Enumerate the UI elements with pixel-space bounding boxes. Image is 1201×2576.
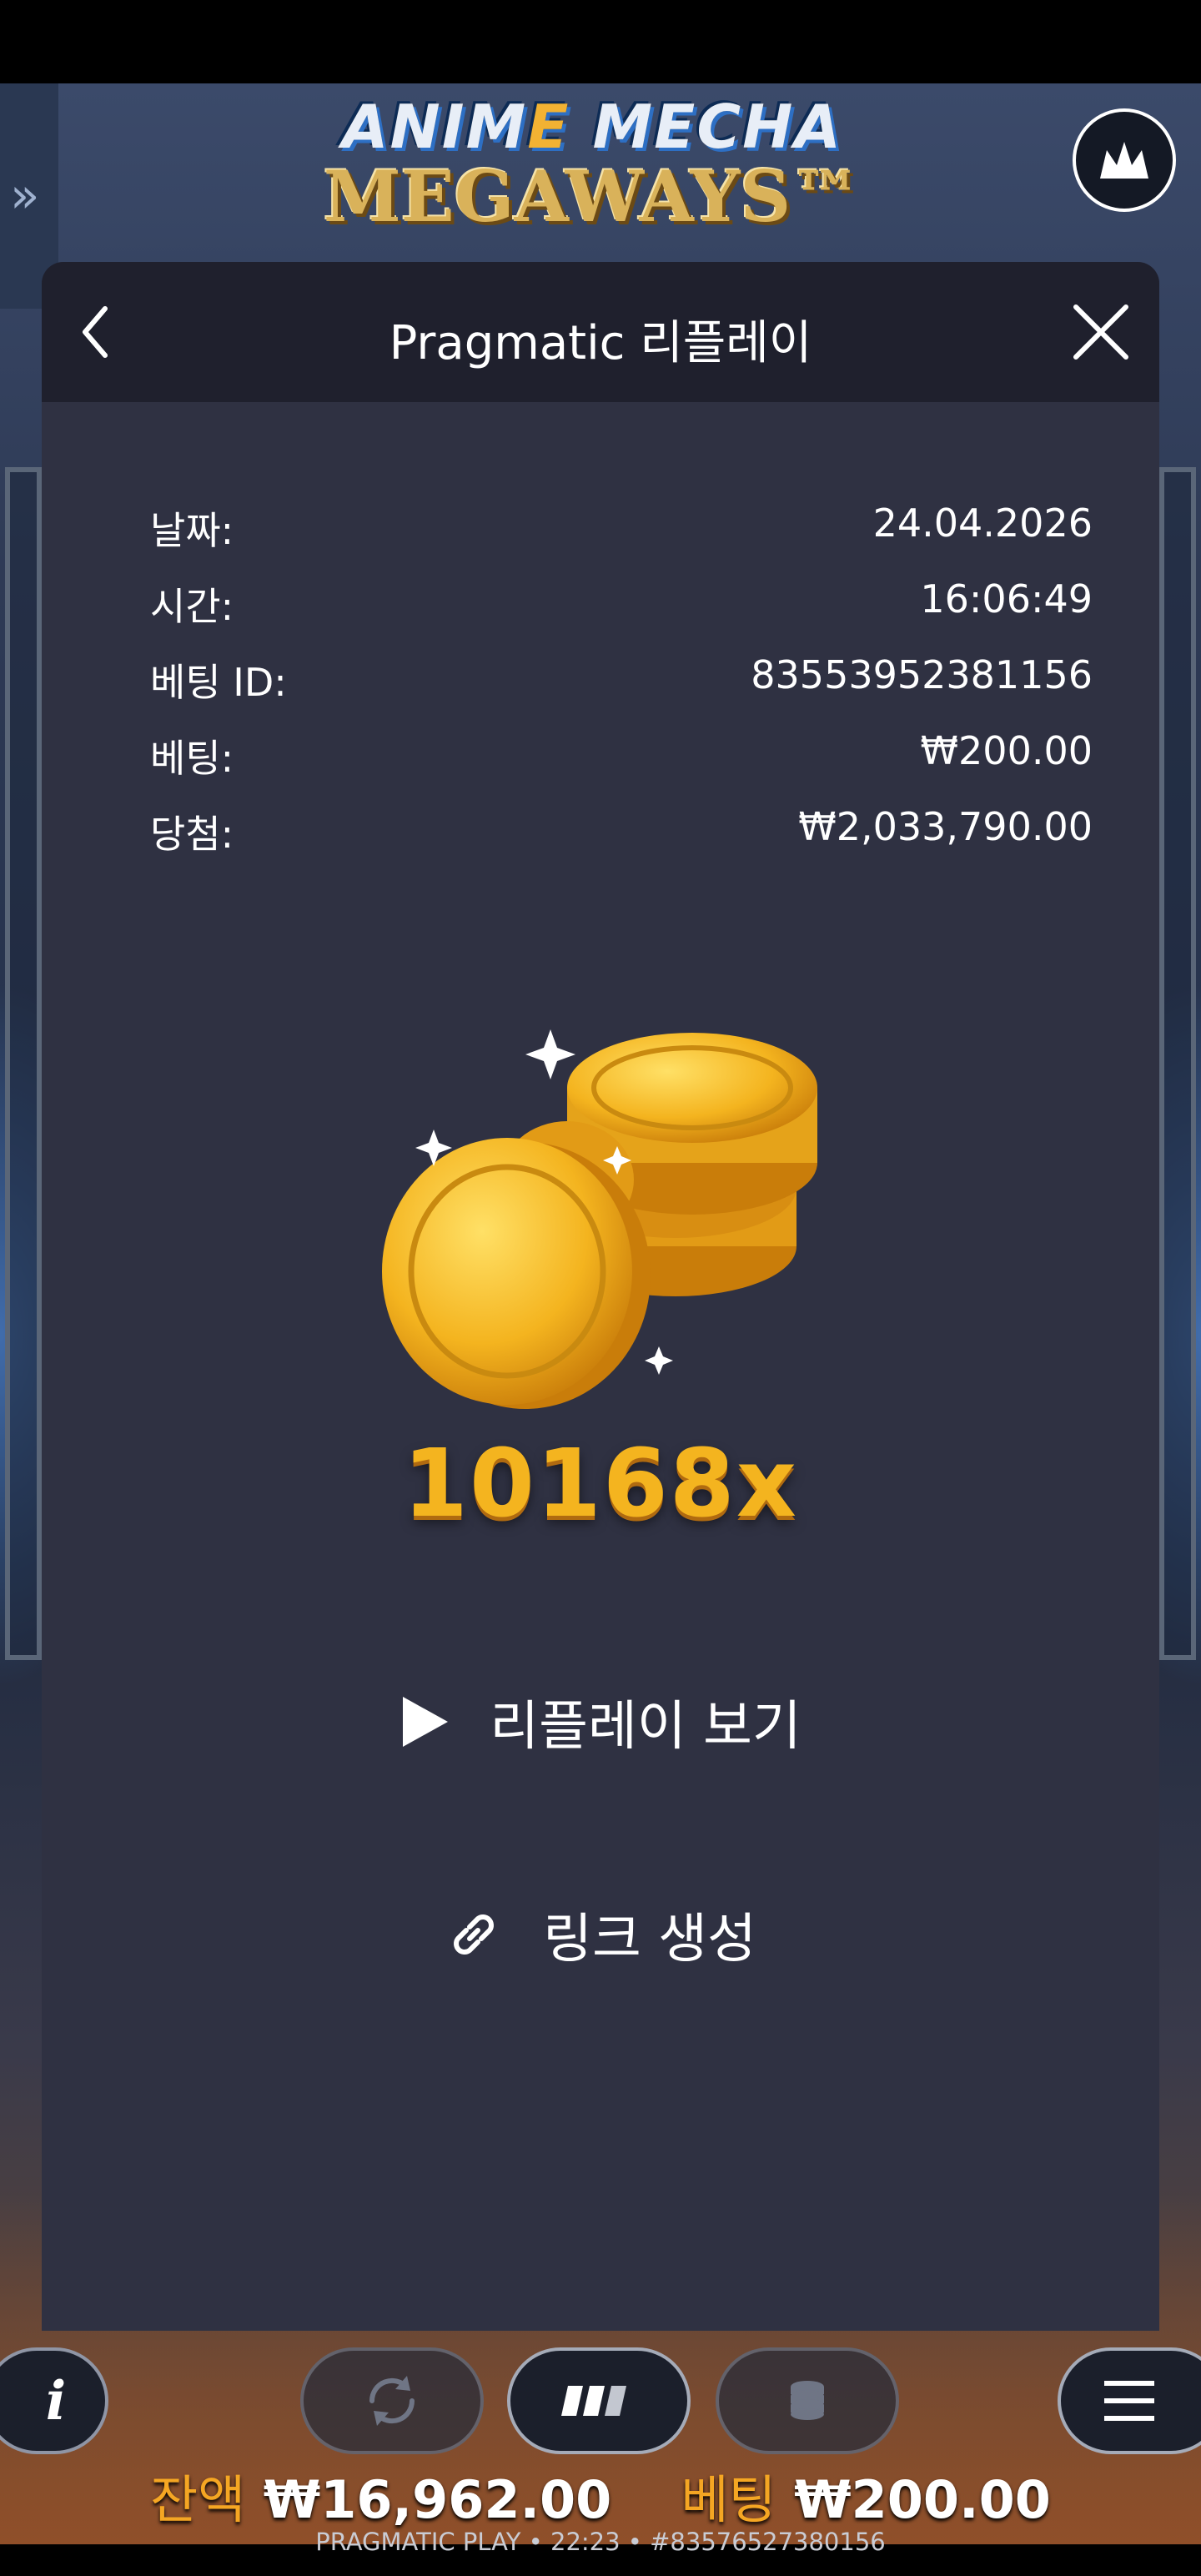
menu-button[interactable] [1058, 2347, 1201, 2454]
bet-settings-button[interactable] [716, 2347, 899, 2454]
create-link-label: 링크 생성 [543, 1909, 756, 1970]
autoplay-button[interactable] [300, 2347, 484, 2454]
bet-details: 날짜: 24.04.2026 시간: 16:06:49 베팅 ID: 83553… [150, 501, 1093, 880]
hamburger-icon [1104, 2381, 1154, 2421]
watch-replay-label: 리플레이 보기 [490, 1696, 802, 1758]
footer-info: PRAGMATIC PLAY • 22:23 • #83576527380156 [315, 2528, 886, 2556]
logo-title: ANIME MECHA [341, 92, 843, 162]
status-bar [0, 0, 1201, 83]
balance-value: ₩16,962.00 [263, 2469, 612, 2530]
detail-row-time: 시간: 16:06:49 [150, 576, 1093, 629]
turbo-button[interactable] [507, 2347, 691, 2454]
detail-row-bet-id: 베팅 ID: 83553952381156 [150, 652, 1093, 705]
turbo-icon [561, 2386, 626, 2416]
modal-title: Pragmatic 리플레이 [389, 316, 812, 370]
replay-modal: Pragmatic 리플레이 날짜: 24.04.2026 시간: 16:06:… [42, 262, 1159, 2331]
watch-replay-button[interactable]: 리플레이 보기 [42, 1672, 1159, 1772]
close-button[interactable] [1068, 299, 1134, 365]
double-chevron-right-icon: » [10, 167, 40, 224]
crown-icon [1100, 142, 1148, 179]
info-button[interactable]: i [0, 2347, 108, 2454]
bottom-edge [0, 2563, 1201, 2576]
detail-row-date: 날짜: 24.04.2026 [150, 501, 1093, 553]
win-multiplier: 10168x [403, 1430, 798, 1538]
close-icon [1073, 304, 1128, 360]
balance-label: 잔액 [150, 2469, 246, 2530]
game-logo: ANIME MECHA MEGAWAYS™ [317, 92, 867, 259]
modal-header: Pragmatic 리플레이 [42, 262, 1159, 402]
autoplay-icon [369, 2376, 415, 2426]
link-icon [445, 1905, 503, 1964]
gold-coins-illustration [375, 996, 876, 1430]
bet-label: 베팅 [681, 2469, 776, 2530]
coin-stack-illustration-icon [382, 1029, 817, 1409]
balance-bet-readout: 잔액 ₩16,962.00 베팅 ₩200.00 [0, 2458, 1201, 2533]
info-icon: i [45, 2369, 67, 2433]
detail-row-bet: 베팅: ₩200.00 [150, 728, 1093, 781]
crown-button[interactable] [1073, 108, 1176, 212]
logo-subtitle: MEGAWAYS™ [323, 155, 862, 238]
play-icon [399, 1695, 450, 1748]
detail-row-win: 당첨: ₩2,033,790.00 [150, 804, 1093, 857]
reel-frame-left [5, 467, 42, 1660]
reel-frame-right [1159, 467, 1196, 1660]
bet-value: ₩200.00 [794, 2469, 1051, 2530]
game-screen: » ANIME MECHA MEGAWAYS™ Pragmatic 리플레이 날… [0, 0, 1201, 2576]
create-link-button[interactable]: 링크 생성 [42, 1884, 1159, 1985]
coin-stack-icon [791, 2381, 824, 2420]
